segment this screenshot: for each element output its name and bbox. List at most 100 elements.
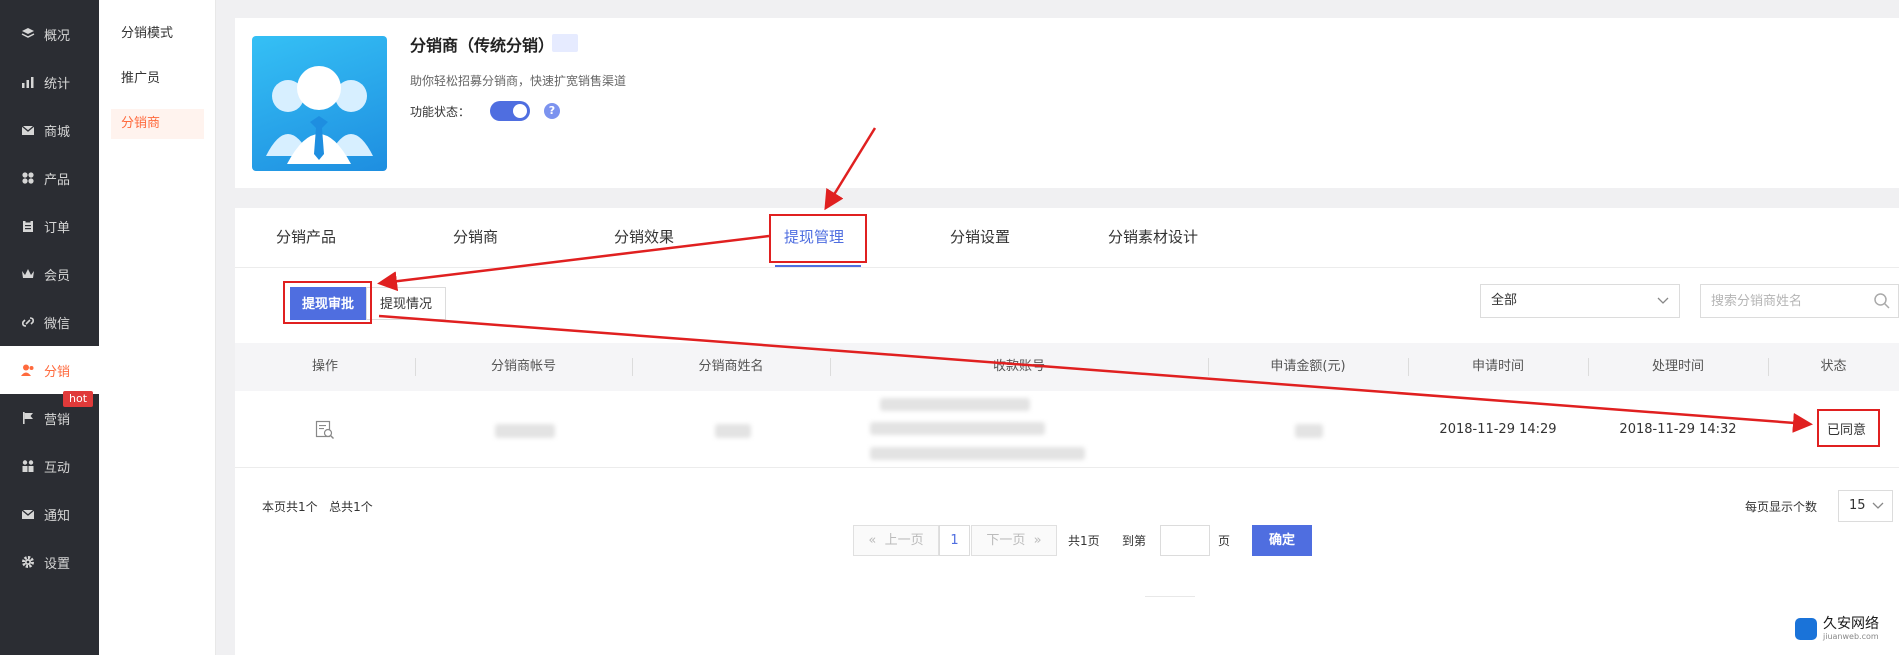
main-sidebar: 概况 统计 商城 产品 订单 会员 微信 分销 hot 营销 互动 通知 设置 xyxy=(0,0,99,655)
column-header-name: 分销商姓名 xyxy=(698,359,764,374)
withdrawal-status-button[interactable]: 提现情况 xyxy=(366,287,446,320)
page-count-text: 本页共1个 xyxy=(262,500,318,514)
sidebar-item-distribution[interactable]: 分销 xyxy=(0,346,99,394)
total-count-text: 总共1个 xyxy=(329,500,373,514)
sidebar-item-label: 产品 xyxy=(44,172,71,188)
sidebar-item-members[interactable]: 会员 xyxy=(0,250,99,298)
next-page-button[interactable]: 下一页 » xyxy=(971,525,1057,556)
divider xyxy=(1145,596,1195,597)
distributor-logo xyxy=(252,36,387,171)
next-label: 下一页 xyxy=(986,533,1026,548)
goto-label: 到第 xyxy=(1122,534,1147,548)
search-icon[interactable] xyxy=(1873,292,1891,310)
tab-withdrawal-management[interactable]: 提现管理 xyxy=(784,226,844,247)
layers-icon xyxy=(20,26,36,42)
goto-page-input[interactable] xyxy=(1160,525,1210,556)
view-details-icon[interactable] xyxy=(315,420,335,440)
column-header-amount: 申请金额(元) xyxy=(1270,359,1346,374)
pagination-summary: 本页共1个 总共1个 xyxy=(262,498,373,515)
watermark-subtext: jiuanweb.com xyxy=(1823,632,1879,641)
column-header-actions: 操作 xyxy=(311,359,338,374)
tab-distribution-products[interactable]: 分销产品 xyxy=(276,226,336,247)
page-unit-label: 页 xyxy=(1218,534,1231,548)
crown-icon xyxy=(20,266,36,282)
subnav-item-distributor[interactable]: 分销商 xyxy=(111,109,204,139)
subnav-item-promoter[interactable]: 推广员 xyxy=(111,64,204,94)
chevron-down-icon xyxy=(1872,491,1884,533)
redacted-account xyxy=(495,424,555,438)
tabs-divider xyxy=(235,267,1899,268)
status-filter-select[interactable]: 全部 xyxy=(1480,284,1680,318)
redacted-payee-line xyxy=(870,447,1085,460)
redacted-payee-line xyxy=(870,422,1045,435)
gear-icon xyxy=(20,554,36,570)
total-pages-text: 共1页 xyxy=(1068,534,1100,548)
withdrawal-review-button[interactable]: 提现审批 xyxy=(290,287,366,320)
select-value: 全部 xyxy=(1491,293,1518,308)
redacted-payee-line xyxy=(880,398,1030,411)
tab-distribution-settings[interactable]: 分销设置 xyxy=(950,226,1010,247)
subnav-item-mode[interactable]: 分销模式 xyxy=(111,19,204,49)
sidebar-item-stats[interactable]: 统计 xyxy=(0,58,99,106)
confirm-button[interactable]: 确定 xyxy=(1252,525,1312,556)
sidebar-item-label: 订单 xyxy=(44,220,71,236)
envelope-icon xyxy=(20,506,36,522)
redacted-name xyxy=(715,424,751,438)
sidebar-item-wechat[interactable]: 微信 xyxy=(0,298,99,346)
watermark-text: 久安网络 xyxy=(1823,616,1879,632)
prev-label: 上一页 xyxy=(884,533,924,548)
flag-icon xyxy=(20,410,36,426)
double-chevron-right-icon: » xyxy=(1033,533,1042,548)
sidebar-item-products[interactable]: 产品 xyxy=(0,154,99,202)
sidebar-item-mall[interactable]: 商城 xyxy=(0,106,99,154)
sidebar-item-label: 微信 xyxy=(44,316,71,332)
double-chevron-left-icon: « xyxy=(868,533,877,548)
column-header-payee-account: 收款账号 xyxy=(992,359,1045,374)
page-number-button[interactable]: 1 xyxy=(939,525,970,556)
help-icon[interactable]: ? xyxy=(544,103,560,119)
mail-icon xyxy=(20,122,36,138)
distributor-search-input[interactable] xyxy=(1700,284,1899,318)
feature-status-label: 功能状态： xyxy=(410,105,471,119)
page-description: 助你轻松招募分销商，快速扩宽销售渠道 xyxy=(410,74,627,88)
tab-material-design[interactable]: 分销素材设计 xyxy=(1108,226,1198,247)
tab-distribution-effect[interactable]: 分销效果 xyxy=(614,226,674,247)
per-page-select[interactable]: 15 xyxy=(1838,490,1893,522)
sub-sidebar: 分销模式 推广员 分销商 xyxy=(99,0,216,655)
sidebar-item-interact[interactable]: 互动 xyxy=(0,442,99,490)
prev-page-button[interactable]: « 上一页 xyxy=(853,525,939,556)
chart-icon xyxy=(20,74,36,90)
grid-icon xyxy=(20,170,36,186)
per-page-value: 15 xyxy=(1849,498,1866,513)
sidebar-item-label: 概况 xyxy=(44,28,71,44)
per-page-label: 每页显示个数 xyxy=(1745,500,1818,514)
sidebar-item-label: 分销 xyxy=(44,364,71,380)
page-title: 分销商（传统分销） xyxy=(410,36,555,55)
sidebar-item-label: 统计 xyxy=(44,76,71,92)
status-cell: 已同意 xyxy=(1827,423,1867,438)
sidebar-item-label: 通知 xyxy=(44,508,71,524)
column-header-process-time: 处理时间 xyxy=(1651,359,1704,374)
watermark-logo xyxy=(1795,618,1817,640)
sidebar-item-label: 互动 xyxy=(44,460,71,476)
column-header-account: 分销商帐号 xyxy=(490,359,556,374)
sidebar-item-marketing[interactable]: 营销 xyxy=(0,394,99,442)
sidebar-item-label: 商城 xyxy=(44,124,71,140)
feature-status-toggle[interactable] xyxy=(490,101,530,121)
toggle-knob xyxy=(513,104,527,118)
title-badge xyxy=(552,34,578,52)
redacted-amount xyxy=(1295,424,1323,438)
link-icon xyxy=(20,314,36,330)
sidebar-item-notify[interactable]: 通知 xyxy=(0,490,99,538)
sidebar-item-settings[interactable]: 设置 xyxy=(0,538,99,586)
apply-time-cell: 2018-11-29 14:29 xyxy=(1439,422,1557,437)
sidebar-item-label: 会员 xyxy=(44,268,71,284)
tab-distributors[interactable]: 分销商 xyxy=(453,226,498,247)
clipboard-icon xyxy=(20,218,36,234)
users-icon xyxy=(20,362,36,378)
sidebar-item-label: 设置 xyxy=(44,556,71,572)
process-time-cell: 2018-11-29 14:32 xyxy=(1619,422,1737,437)
sidebar-item-orders[interactable]: 订单 xyxy=(0,202,99,250)
column-header-status: 状态 xyxy=(1820,359,1847,374)
sidebar-item-overview[interactable]: 概况 xyxy=(0,10,99,58)
